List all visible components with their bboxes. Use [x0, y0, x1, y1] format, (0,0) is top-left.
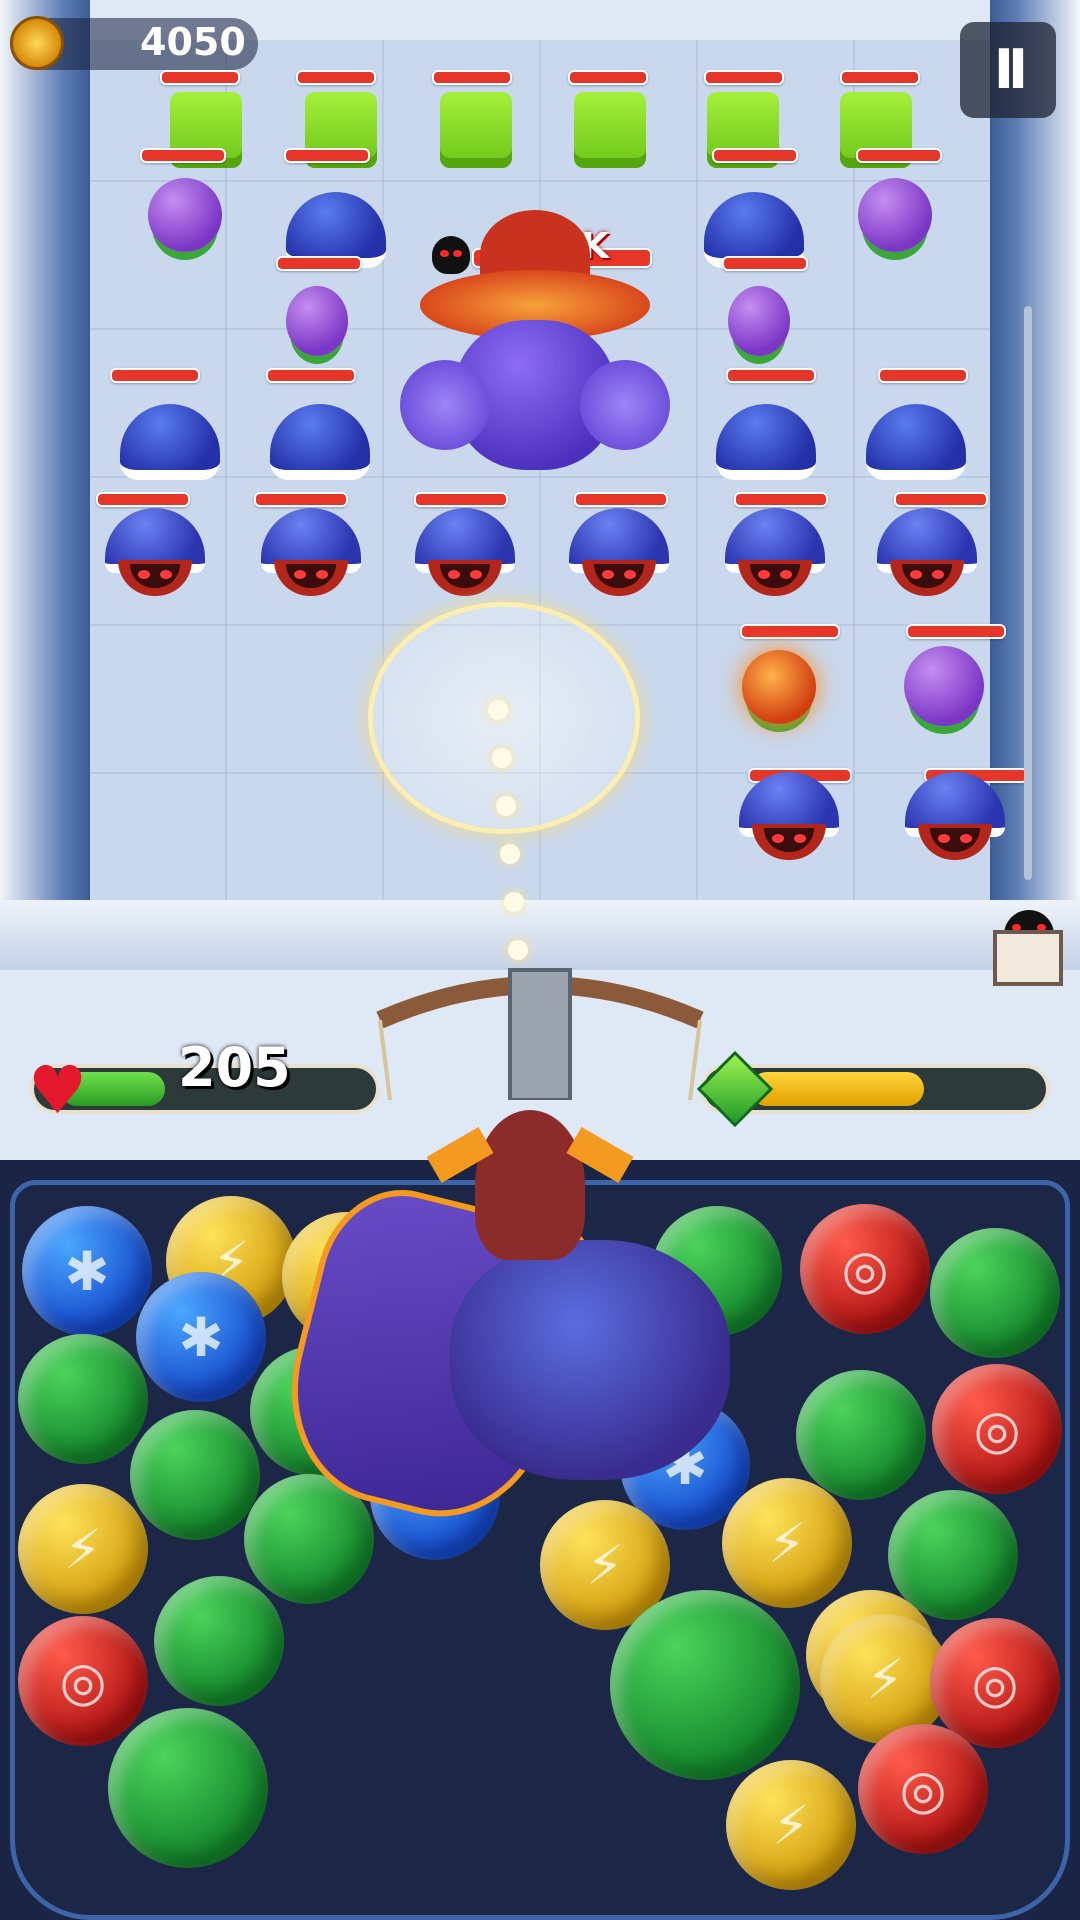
energy-fill — [750, 1072, 924, 1106]
green-orb[interactable] — [108, 1708, 268, 1868]
blue-shell-enemy — [716, 404, 816, 480]
enemy-hp-bar — [110, 368, 200, 383]
enemy-hp-bar — [704, 70, 784, 85]
enemy-hp-bar — [712, 148, 798, 163]
green-cube-enemy — [440, 92, 512, 168]
left-wall — [0, 0, 90, 920]
yellow-orb[interactable]: ⚡ — [18, 1484, 148, 1614]
aim-dot — [504, 892, 524, 912]
blue-orb[interactable]: ✱ — [22, 1206, 152, 1336]
hermit-crab-enemy — [900, 772, 1010, 862]
enemy-hp-bar — [856, 148, 942, 163]
hermit-crab-enemy — [564, 508, 674, 598]
enemy-hp-bar — [160, 70, 240, 85]
hero-archer — [266, 1070, 770, 1540]
enemy-hp-bar — [740, 624, 840, 639]
enemy-hp-bar — [840, 70, 920, 85]
gold-coin-icon — [10, 16, 64, 70]
enemy-hp-bar — [284, 148, 370, 163]
green-cube-enemy — [574, 92, 646, 168]
enemy-hp-bar — [254, 492, 348, 507]
enemy-hp-bar — [296, 70, 376, 85]
hermit-crab-enemy — [872, 508, 982, 598]
red-orb[interactable]: ◎ — [800, 1204, 930, 1334]
enemy-hp-bar — [878, 368, 968, 383]
purple-plant-enemy — [858, 178, 932, 252]
enemy-hp-bar — [266, 368, 356, 383]
enemy-hp-bar — [432, 70, 512, 85]
hermit-crab-enemy — [100, 508, 210, 598]
enemy-hp-bar — [906, 624, 1006, 639]
green-orb[interactable] — [154, 1576, 284, 1706]
red-orb[interactable]: ◎ — [932, 1364, 1062, 1494]
green-orb[interactable] — [796, 1370, 926, 1500]
aim-dot — [488, 700, 508, 720]
wave-progress-track — [1024, 306, 1032, 880]
hermit-crab-enemy — [256, 508, 366, 598]
green-orb[interactable] — [930, 1228, 1060, 1358]
purple-plant-enemy — [148, 178, 222, 252]
player-health-value: 205 — [178, 1036, 291, 1099]
blue-orb[interactable]: ✱ — [136, 1272, 266, 1402]
purple-plant-enemy — [904, 646, 984, 726]
hermit-crab-enemy — [734, 772, 844, 862]
yellow-orb[interactable]: ⚡ — [726, 1760, 856, 1890]
hermit-crab-enemy — [720, 508, 830, 598]
aim-dot — [492, 748, 512, 768]
heart-icon: ♥ — [28, 1052, 88, 1129]
enemy-hp-bar — [574, 492, 668, 507]
green-orb[interactable] — [610, 1590, 800, 1780]
boss-crab-enemy — [400, 210, 670, 490]
aim-dot — [500, 844, 520, 864]
hermit-crab-enemy — [410, 508, 520, 598]
coin-count: 4050 — [140, 20, 246, 64]
pause-button[interactable]: II — [960, 22, 1056, 118]
enemy-hp-bar — [276, 256, 362, 271]
purple-plant-enemy — [286, 286, 348, 356]
enemy-hp-bar — [96, 492, 190, 507]
castle-tower-icon — [993, 930, 1063, 986]
red-orb[interactable]: ◎ — [930, 1618, 1060, 1748]
enemy-hp-bar — [734, 492, 828, 507]
blue-shell-enemy — [866, 404, 966, 480]
enemy-hp-bar — [568, 70, 648, 85]
enemy-hp-bar — [722, 256, 808, 271]
aim-dot — [508, 940, 528, 960]
green-orb[interactable] — [18, 1334, 148, 1464]
red-orb[interactable]: ◎ — [18, 1616, 148, 1746]
fire-plant-enemy — [742, 650, 816, 724]
enemy-hp-bar — [140, 148, 226, 163]
blue-shell-enemy — [270, 404, 370, 480]
battle-arena: 235K — [0, 0, 1080, 1180]
aim-dot — [496, 796, 516, 816]
enemy-hp-bar — [414, 492, 508, 507]
purple-plant-enemy — [728, 286, 790, 356]
red-orb[interactable]: ◎ — [858, 1724, 988, 1854]
enemy-hp-bar — [726, 368, 816, 383]
blue-shell-enemy — [120, 404, 220, 480]
enemy-hp-bar — [894, 492, 988, 507]
green-orb[interactable] — [130, 1410, 260, 1540]
